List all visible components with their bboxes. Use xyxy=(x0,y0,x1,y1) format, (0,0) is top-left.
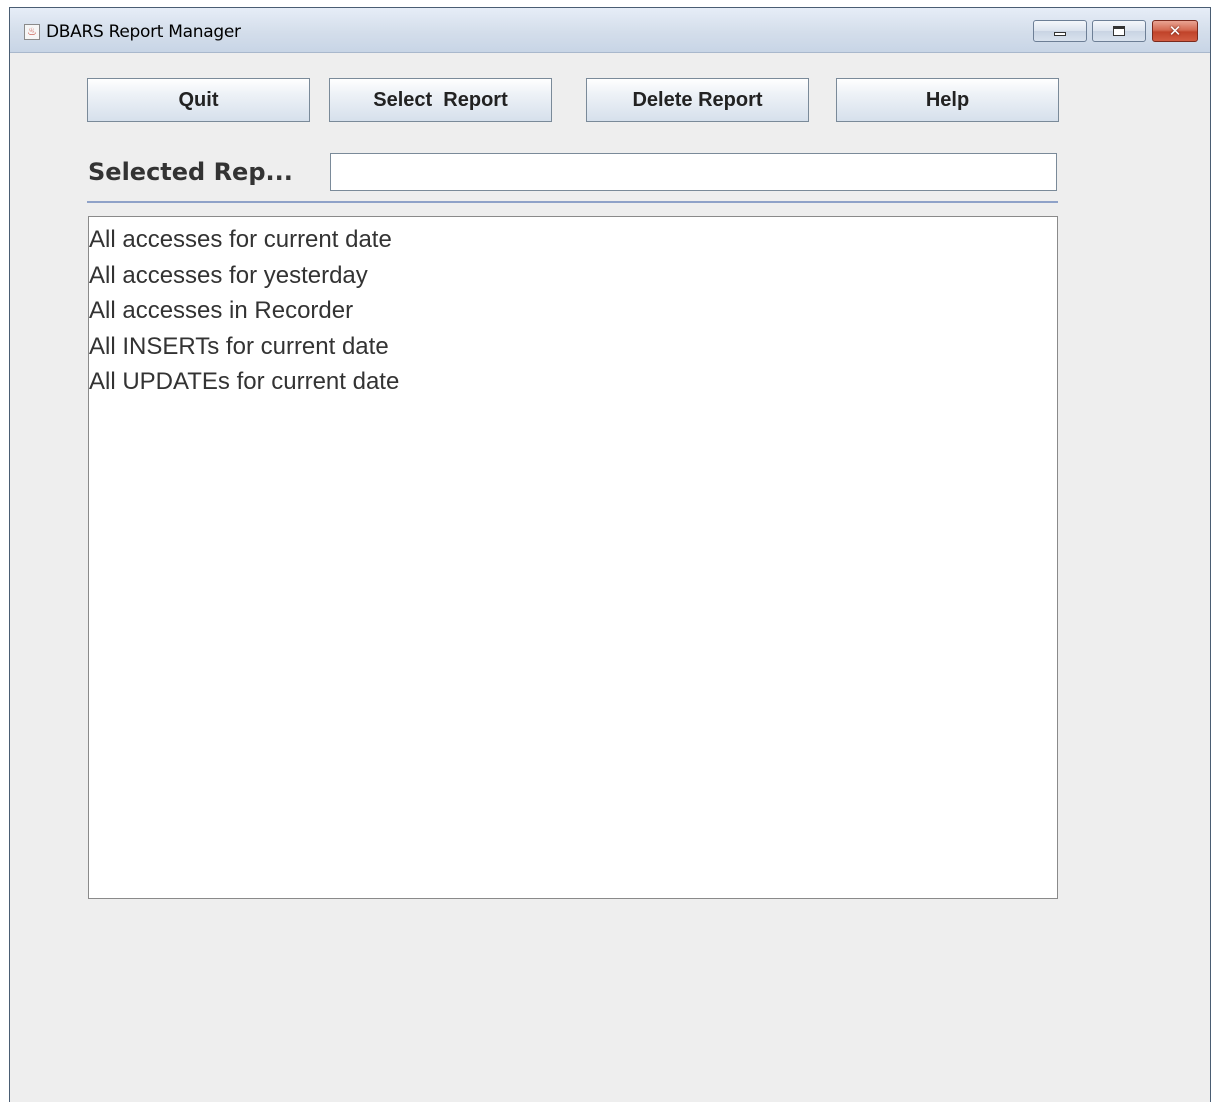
close-icon: ✕ xyxy=(1168,21,1182,40)
help-button[interactable]: Help xyxy=(836,78,1059,122)
select-report-button[interactable]: Select Report xyxy=(329,78,552,122)
report-list-item[interactable]: All INSERTs for current date xyxy=(89,329,1057,365)
report-list[interactable]: All accesses for current date All access… xyxy=(88,216,1058,899)
quit-button[interactable]: Quit xyxy=(87,78,310,122)
java-app-icon[interactable]: ♨ xyxy=(24,24,40,40)
report-list-item[interactable]: All accesses in Recorder xyxy=(89,293,1057,329)
selected-report-label: Selected Rep... xyxy=(88,158,293,186)
maximize-icon xyxy=(1113,26,1125,36)
minimize-button[interactable] xyxy=(1033,20,1087,42)
separator xyxy=(87,201,1058,203)
report-list-item[interactable]: All accesses for yesterday xyxy=(89,258,1057,294)
minimize-icon xyxy=(1054,32,1066,36)
delete-report-button[interactable]: Delete Report xyxy=(586,78,809,122)
app-window: ♨ DBARS Report Manager ✕ Quit Select Rep… xyxy=(9,7,1211,1102)
report-list-item[interactable]: All UPDATEs for current date xyxy=(89,364,1057,400)
maximize-button[interactable] xyxy=(1092,20,1146,42)
report-list-item[interactable]: All accesses for current date xyxy=(89,222,1057,258)
title-bar[interactable]: ♨ DBARS Report Manager ✕ xyxy=(10,8,1210,53)
window-title: DBARS Report Manager xyxy=(46,22,241,42)
selected-report-field[interactable] xyxy=(330,153,1057,191)
close-button[interactable]: ✕ xyxy=(1152,20,1198,42)
